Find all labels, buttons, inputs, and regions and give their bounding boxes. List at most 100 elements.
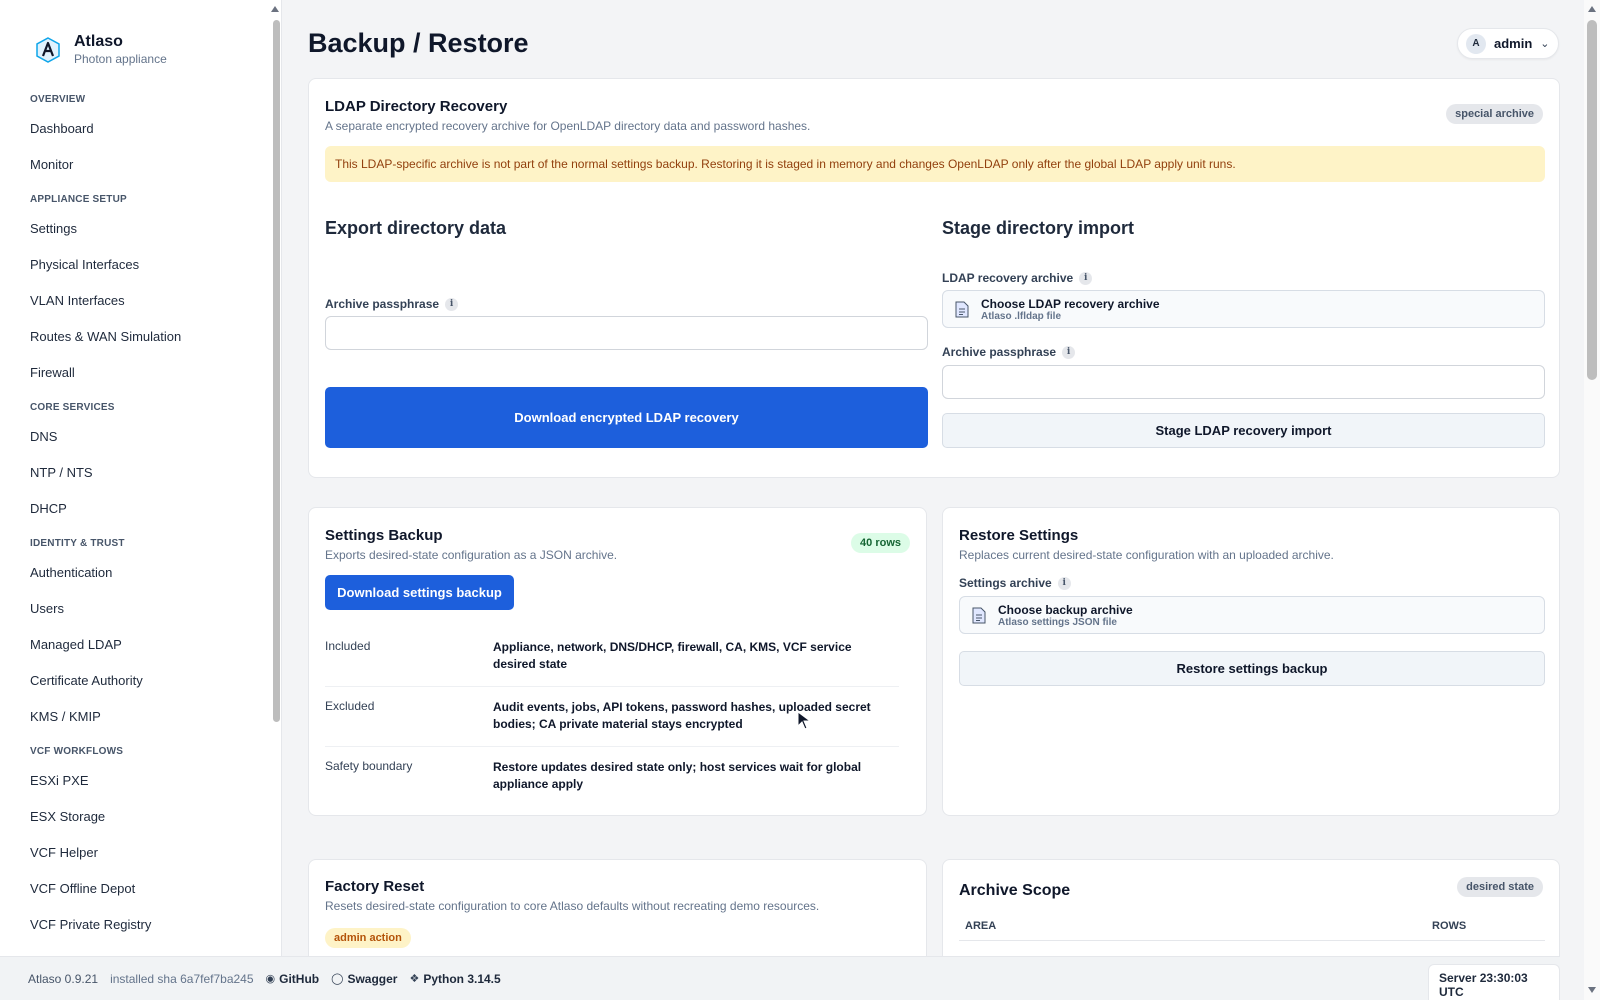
sidebar-item-certificate-authority[interactable]: Certificate Authority [30,663,260,699]
scroll-down-arrow[interactable] [1588,987,1596,993]
file-icon [972,607,986,623]
included-key: Included [325,639,371,653]
sidebar-nav: OVERVIEW Dashboard Monitor APPLIANCE SET… [30,83,260,943]
footer-bar: Atlaso 0.9.21 installed sha 6a7fef7ba245… [0,956,1560,1000]
sidebar-item-authentication[interactable]: Authentication [30,555,260,591]
server-time: Server 23:30:03 UTC [1428,964,1560,1000]
sidebar-item-managed-ldap[interactable]: Managed LDAP [30,627,260,663]
user-menu[interactable]: A admin ⌄ [1457,28,1559,59]
nav-section-appliance-setup: APPLIANCE SETUP [30,194,127,205]
file-icon [955,301,969,317]
sidebar-item-vlan-interfaces[interactable]: VLAN Interfaces [30,283,260,319]
nav-section-overview: OVERVIEW [30,94,86,105]
sidebar-item-vcf-private-registry[interactable]: VCF Private Registry [30,907,260,943]
github-link-label: GitHub [279,971,320,986]
brand-subtitle: Photon appliance [74,52,167,66]
safety-boundary-value: Restore updates desired state only; host… [493,760,862,791]
download-settings-backup-button[interactable]: Download settings backup [325,575,514,610]
info-icon[interactable]: i [1057,576,1071,590]
python-link[interactable]: ❖ Python 3.14.5 [409,972,500,986]
python-icon: ❖ [409,973,420,985]
rows-count-badge: 40 rows [851,533,910,553]
sidebar: Atlaso Photon appliance OVERVIEW Dashboa… [0,0,282,1000]
settings-archive-file-text: Choose backup archive Atlaso settings JS… [998,603,1133,628]
sidebar-scroll-up-arrow[interactable] [271,6,279,12]
included-value: Appliance, network, DNS/DHCP, firewall, … [493,640,852,671]
sidebar-item-esxi-pxe[interactable]: ESXi PXE [30,763,260,799]
safety-boundary-row: Safety boundary Restore updates desired … [325,759,899,799]
settings-archive-label: Settings archive i [959,576,1071,590]
special-archive-badge: special archive [1446,104,1543,124]
ldap-card-header: LDAP Directory Recovery A separate encry… [325,98,810,133]
export-passphrase-label-text: Archive passphrase [325,297,440,311]
import-heading: Stage directory import [942,218,1135,238]
avatar: A [1466,33,1486,54]
github-icon: ◉ [265,973,276,985]
page-scrollbar-thumb[interactable] [1587,20,1597,380]
nav-section-vcf-workflows: VCF WORKFLOWS [30,746,124,757]
brand[interactable]: Atlaso Photon appliance [34,33,167,67]
app-version: Atlaso 0.9.21 [28,971,99,986]
info-icon[interactable]: i [445,297,459,311]
ldap-archive-file-text: Choose LDAP recovery archive Atlaso .lfl… [981,297,1160,322]
sidebar-item-kms-kmip[interactable]: KMS / KMIP [30,699,260,735]
sidebar-item-dns[interactable]: DNS [30,419,260,455]
sidebar-item-firewall[interactable]: Firewall [30,355,260,391]
swagger-icon: ◯ [331,973,344,985]
ldap-card-subtitle: A separate encrypted recovery archive fo… [325,119,811,133]
mouse-cursor-icon [797,711,812,730]
settings-archive-file-picker[interactable]: Choose backup archive Atlaso settings JS… [959,596,1545,634]
scroll-up-arrow[interactable] [1588,6,1596,12]
restore-settings-card: Restore Settings Replaces current desire… [942,507,1560,816]
ldap-card-title: LDAP Directory Recovery [325,98,508,115]
sidebar-item-dashboard[interactable]: Dashboard [30,111,260,147]
restore-header: Restore Settings Replaces current desire… [959,527,1334,562]
sidebar-item-monitor[interactable]: Monitor [30,147,260,183]
settings-file-title: Choose backup archive [998,602,1133,617]
factory-reset-subtitle: Resets desired-state configuration to co… [325,899,820,913]
swagger-link[interactable]: ◯ Swagger [331,972,397,986]
github-link[interactable]: ◉ GitHub [266,972,320,986]
desired-state-badge: desired state [1457,877,1543,897]
area-column-header: AREA [965,920,997,932]
page-title: Backup / Restore [308,28,529,58]
sidebar-item-users[interactable]: Users [30,591,260,627]
ldap-recovery-card: LDAP Directory Recovery A separate encry… [308,78,1560,478]
ldap-archive-file-picker[interactable]: Choose LDAP recovery archive Atlaso .lfl… [942,290,1545,328]
admin-action-badge: admin action [325,928,411,948]
import-passphrase-input[interactable] [942,365,1545,399]
sidebar-item-dhcp[interactable]: DHCP [30,491,260,527]
export-heading: Export directory data [325,218,507,238]
excluded-key: Excluded [325,699,375,713]
sidebar-item-vcf-helper[interactable]: VCF Helper [30,835,260,871]
factory-reset-header: Factory Reset Resets desired-state confi… [325,878,819,913]
info-icon[interactable]: i [1079,271,1093,285]
sidebar-item-esx-storage[interactable]: ESX Storage [30,799,260,835]
import-passphrase-label-text: Archive passphrase [942,345,1057,359]
export-passphrase-label: Archive passphrase i [325,297,459,311]
chevron-down-icon: ⌄ [1540,38,1550,50]
ldap-archive-label: LDAP recovery archive i [942,271,1093,285]
settings-archive-label-text: Settings archive [959,576,1052,590]
sidebar-item-ntp[interactable]: NTP / NTS [30,455,260,491]
sidebar-scrollbar[interactable] [273,20,280,722]
sidebar-item-vcf-offline-depot[interactable]: VCF Offline Depot [30,871,260,907]
download-ldap-recovery-button[interactable]: Download encrypted LDAP recovery [325,387,928,448]
swagger-link-label: Swagger [347,971,398,986]
export-passphrase-input[interactable] [325,316,928,350]
restore-title: Restore Settings [959,527,1079,544]
sidebar-item-routes-wan[interactable]: Routes & WAN Simulation [30,319,260,355]
brand-text: Atlaso Photon appliance [74,33,167,67]
ldap-warning-banner: This LDAP-specific archive is not part o… [325,146,1545,182]
stage-ldap-import-button[interactable]: Stage LDAP recovery import [942,413,1545,448]
restore-settings-button[interactable]: Restore settings backup [959,651,1545,686]
nav-section-identity-trust: IDENTITY & TRUST [30,538,125,549]
sidebar-item-settings[interactable]: Settings [30,211,260,247]
sidebar-item-physical-interfaces[interactable]: Physical Interfaces [30,247,260,283]
ldap-archive-label-text: LDAP recovery archive [942,271,1074,285]
ldap-file-subtitle: Atlaso .lfldap file [981,310,1062,322]
settings-backup-title: Settings Backup [325,527,443,544]
nav-section-core-services: CORE SERVICES [30,402,115,413]
info-icon[interactable]: i [1062,345,1076,359]
ldap-file-title: Choose LDAP recovery archive [981,296,1160,311]
